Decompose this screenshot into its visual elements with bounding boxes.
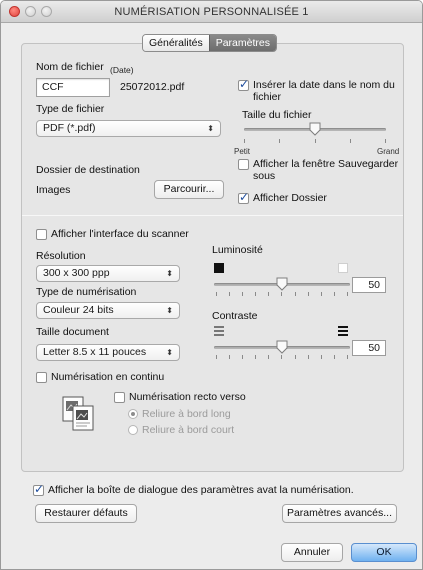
chevron-up-down-icon: ⬍ [166, 348, 173, 357]
brightness-slider-thumb[interactable] [276, 277, 288, 291]
file-size-slider-thumb[interactable] [309, 122, 321, 136]
file-name-label: Nom de fichier [36, 61, 104, 73]
resolution-value: 300 x 300 ppp [43, 267, 110, 279]
long-edge-binding-radio-dot[interactable] [128, 409, 138, 419]
short-edge-binding-radio-dot[interactable] [128, 425, 138, 435]
file-size-max-label: Grand [377, 147, 400, 156]
duplex-scan-icon [62, 396, 96, 435]
scan-type-label: Type de numérisation [36, 286, 137, 298]
chevron-up-down-icon: ⬍ [166, 306, 173, 315]
continuous-scan-checkbox-box[interactable] [36, 372, 47, 383]
brightness-value-field[interactable]: 50 [352, 277, 386, 293]
section-divider [22, 215, 403, 216]
insert-date-checkbox[interactable]: Insérer la date dans le nom du fichier [238, 77, 403, 103]
low-contrast-icon [214, 326, 224, 339]
light-swatch-icon [338, 263, 348, 273]
tab-bar: Généralités Paramètres [142, 34, 277, 52]
restore-defaults-button[interactable]: Restaurer défauts [35, 504, 137, 523]
window-title: NUMÉRISATION PERSONNALISÉE 1 [114, 6, 309, 18]
long-edge-binding-radio[interactable]: Reliure à bord long [128, 408, 231, 420]
insert-date-checkbox-label: Insérer la date dans le nom du fichier [253, 79, 395, 103]
show-scanner-interface-checkbox-box[interactable] [36, 229, 47, 240]
show-scanner-interface-checkbox-label: Afficher l'interface du scanner [51, 228, 189, 240]
title-bar[interactable]: NUMÉRISATION PERSONNALISÉE 1 [1, 1, 422, 23]
high-contrast-icon [338, 326, 348, 339]
scan-settings-window: NUMÉRISATION PERSONNALISÉE 1 Généralités… [0, 0, 423, 570]
file-size-label: Taille du fichier [242, 109, 312, 121]
document-size-label: Taille document [36, 326, 109, 338]
show-save-window-checkbox[interactable]: Afficher la fenêtre Sauvegarder sous [238, 158, 403, 182]
short-edge-binding-label: Reliure à bord court [142, 424, 235, 436]
settings-panel: Nom de fichier (Date) CCF 25072012.pdf I… [21, 43, 404, 472]
date-label: (Date) [110, 65, 134, 75]
file-type-select[interactable]: PDF (*.pdf) ⬍ [36, 120, 221, 137]
dark-swatch-icon [214, 263, 224, 273]
contrast-slider-thumb[interactable] [276, 340, 288, 354]
continuous-scan-checkbox[interactable]: Numérisation en continu [36, 371, 164, 383]
resolution-label: Résolution [36, 250, 86, 262]
tab-settings[interactable]: Paramètres [208, 35, 276, 51]
file-type-value: PDF (*.pdf) [43, 122, 96, 134]
brightness-label: Luminosité [212, 244, 263, 256]
file-size-ticks [244, 139, 386, 144]
contrast-value-field[interactable]: 50 [352, 340, 386, 356]
cancel-button[interactable]: Annuler [281, 543, 343, 562]
contrast-label: Contraste [212, 310, 258, 322]
brightness-ticks [216, 292, 348, 297]
tab-general[interactable]: Généralités [143, 35, 209, 51]
scan-type-value: Couleur 24 bits [43, 304, 114, 316]
show-scanner-interface-checkbox[interactable]: Afficher l'interface du scanner [36, 228, 189, 240]
chevron-up-down-icon: ⬍ [207, 124, 214, 133]
destination-folder-label: Dossier de destination [36, 164, 140, 176]
show-settings-dialog-checkbox-label: Afficher la boîte de dialogue des paramè… [48, 484, 354, 496]
file-size-min-label: Petit [234, 147, 251, 156]
destination-folder-value: Images [36, 184, 71, 196]
advanced-settings-button[interactable]: Paramètres avancés... [282, 504, 397, 523]
show-folder-checkbox[interactable]: Afficher Dossier [238, 190, 327, 204]
generated-file-name: 25072012.pdf [120, 81, 185, 93]
document-size-value: Letter 8.5 x 11 pouces [43, 346, 147, 358]
long-edge-binding-label: Reliure à bord long [142, 408, 231, 420]
show-folder-checkbox-box[interactable] [238, 190, 249, 204]
ok-button[interactable]: OK [351, 543, 417, 562]
file-type-label: Type de fichier [36, 103, 105, 115]
show-save-window-checkbox-box[interactable] [238, 159, 249, 170]
contrast-ticks [216, 355, 348, 360]
resolution-select[interactable]: 300 x 300 ppp ⬍ [36, 265, 180, 282]
show-settings-dialog-checkbox[interactable]: Afficher la boîte de dialogue des paramè… [33, 482, 354, 496]
duplex-scan-checkbox-label: Numérisation recto verso [129, 391, 246, 403]
duplex-scan-checkbox-box[interactable] [114, 392, 125, 403]
insert-date-checkbox-box[interactable] [238, 77, 249, 91]
browse-button[interactable]: Parcourir... [154, 180, 224, 199]
file-name-input[interactable]: CCF [36, 78, 110, 97]
continuous-scan-checkbox-label: Numérisation en continu [51, 371, 165, 383]
show-settings-dialog-checkbox-box[interactable] [33, 482, 44, 496]
document-size-select[interactable]: Letter 8.5 x 11 pouces ⬍ [36, 344, 180, 361]
short-edge-binding-radio[interactable]: Reliure à bord court [128, 424, 234, 436]
show-save-window-checkbox-label: Afficher la fenêtre Sauvegarder sous [253, 158, 399, 182]
duplex-scan-checkbox[interactable]: Numérisation recto verso [114, 391, 246, 403]
scan-type-select[interactable]: Couleur 24 bits ⬍ [36, 302, 180, 319]
chevron-up-down-icon: ⬍ [166, 269, 173, 278]
show-folder-checkbox-label: Afficher Dossier [253, 192, 327, 204]
